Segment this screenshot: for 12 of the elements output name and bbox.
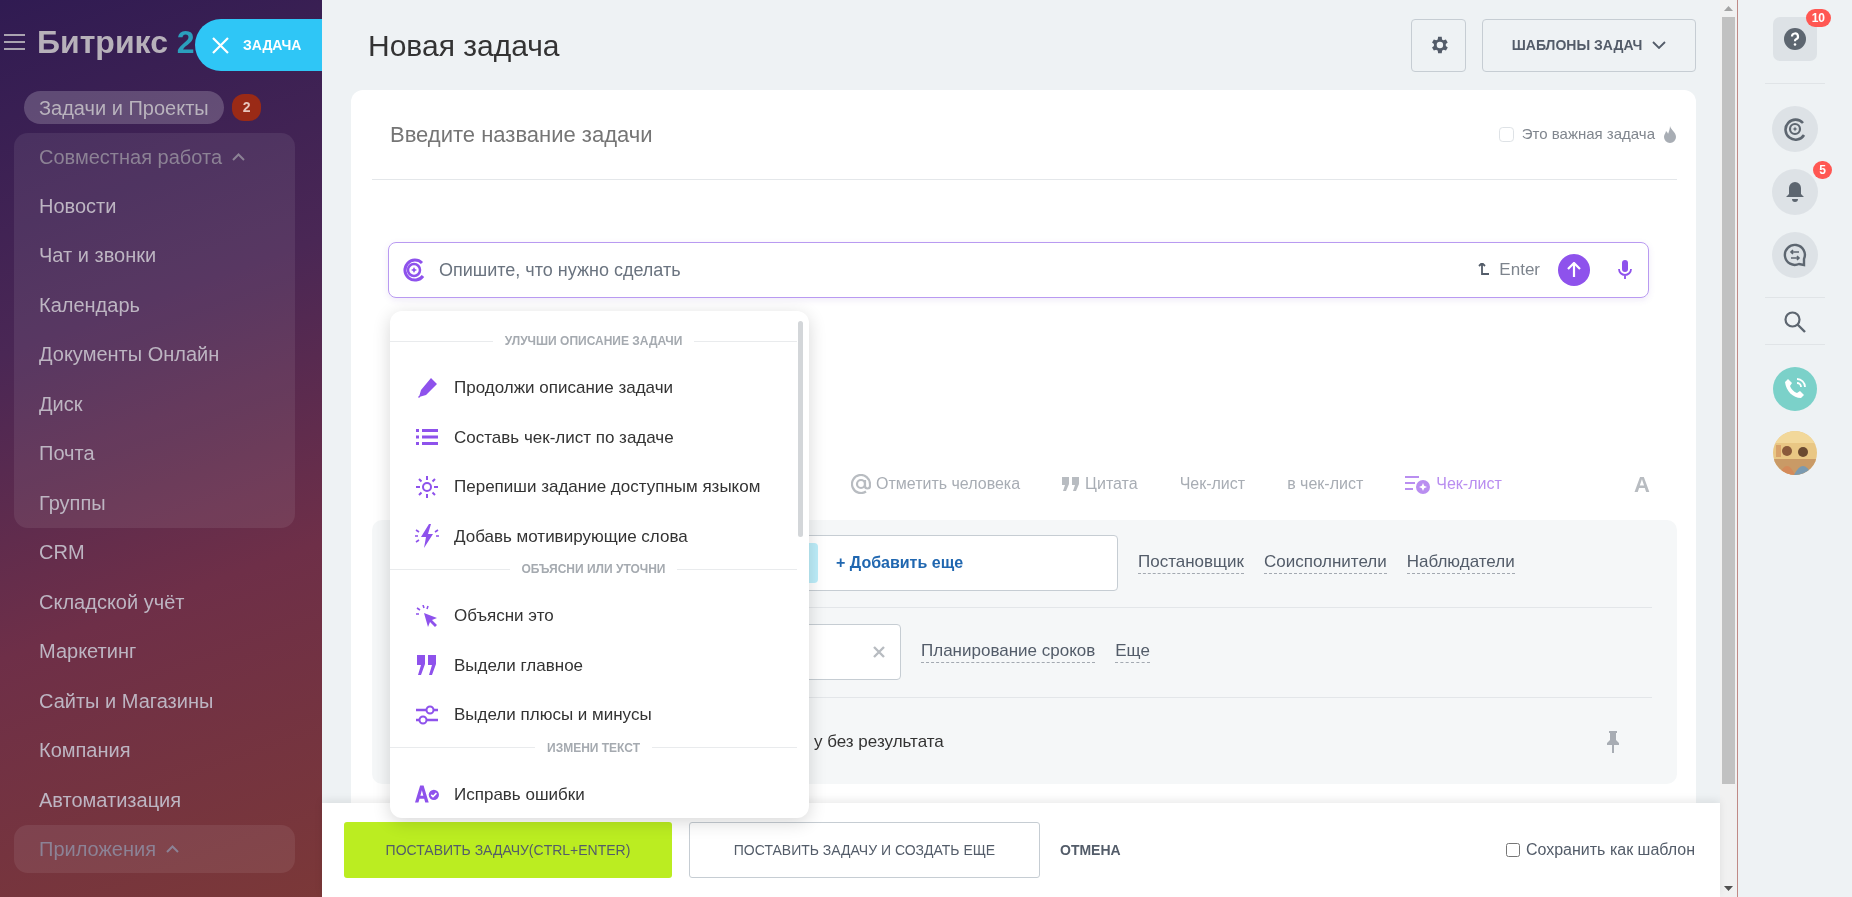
checkbox-label: Это важная задача	[1521, 124, 1655, 145]
logo: Битрикс 2	[37, 23, 195, 62]
count-badge: 2	[231, 94, 262, 121]
shortcut-hint: Enter	[1499, 259, 1540, 282]
option-label: у без результата	[814, 731, 944, 754]
section-heading: ОБЪЯСНИ ИЛИ УТОЧНИ	[521, 561, 666, 578]
section-heading: УЛУЧШИ ОПИСАНИЕ ЗАДАЧИ	[504, 333, 683, 350]
count-badge: 10	[1805, 9, 1831, 28]
count-badge: 5	[1813, 161, 1832, 180]
checkbox-label: Сохранить как шаблон	[1525, 840, 1695, 860]
page-title: Новая задача	[368, 27, 560, 64]
section-heading: ИЗМЕНИ ТЕКСТ	[547, 739, 640, 757]
